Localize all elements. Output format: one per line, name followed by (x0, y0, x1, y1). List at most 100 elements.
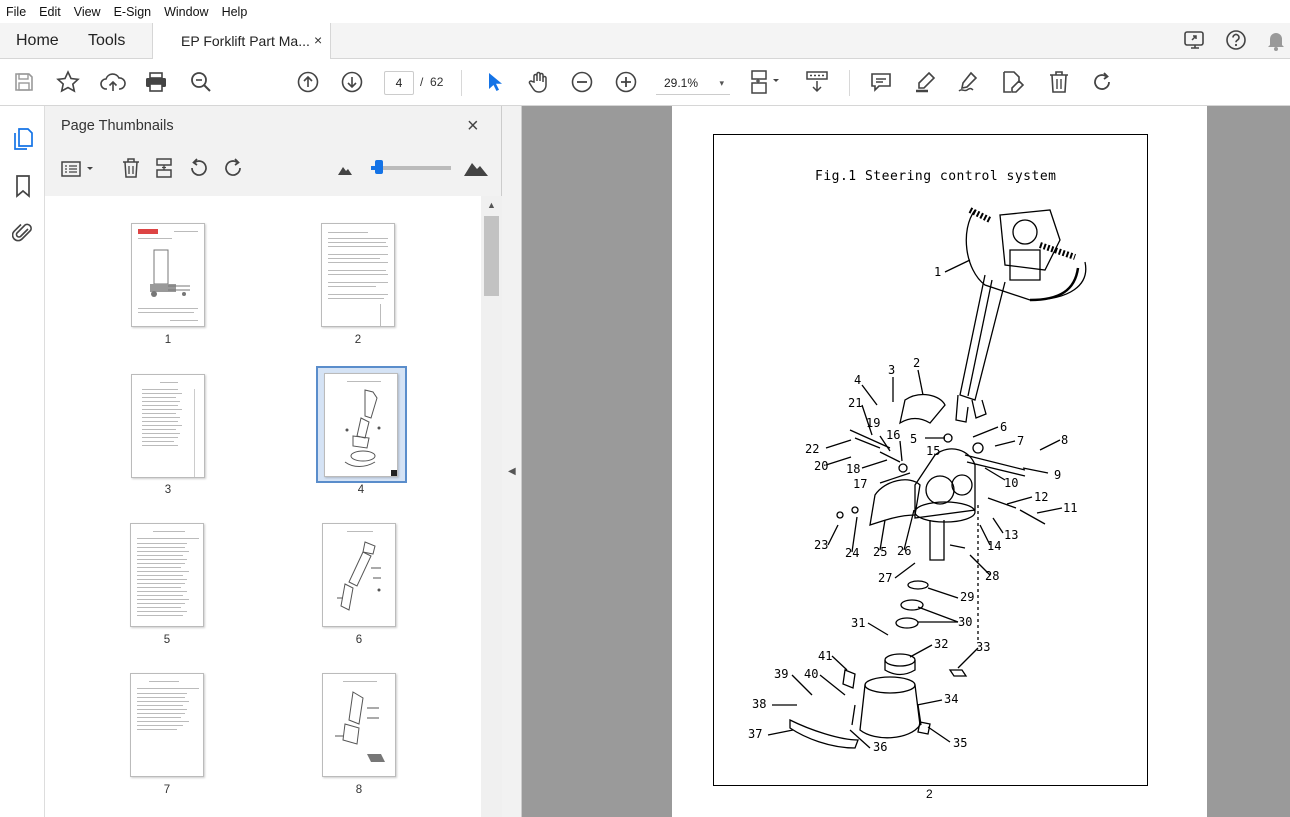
callout-4: 4 (854, 373, 862, 387)
hand-tool-icon[interactable] (527, 70, 551, 94)
callout-27: 27 (878, 571, 893, 585)
callout-2: 2 (913, 356, 921, 370)
save-icon[interactable] (13, 71, 35, 93)
thumbnail-size-slider[interactable] (371, 160, 451, 174)
scroll-mode-icon[interactable] (805, 69, 829, 95)
next-page-icon[interactable] (341, 71, 363, 93)
highlight-pen-icon[interactable] (913, 70, 937, 94)
bookmark-star-icon[interactable] (56, 70, 80, 94)
callout-28: 28 (985, 569, 1000, 583)
delete-icon[interactable] (1048, 70, 1070, 94)
callout-9: 9 (1054, 468, 1062, 482)
steering-diagram-thumbnail (344, 389, 381, 467)
delete-pages-icon[interactable] (121, 157, 141, 179)
close-tab-icon[interactable]: × (314, 32, 322, 48)
thumbnail-label-3: 3 (164, 484, 172, 496)
chevron-down-icon: ▾ (719, 78, 724, 88)
callout-5: 5 (910, 432, 918, 446)
callout-16: 16 (886, 428, 901, 442)
tab-document[interactable]: EP Forklift Part Ma... × (152, 23, 331, 60)
callout-21: 21 (848, 396, 863, 410)
edit-document-icon[interactable] (1000, 70, 1026, 94)
current-page-input[interactable]: 4 (384, 71, 414, 95)
help-icon[interactable] (1225, 29, 1247, 51)
callout-38: 38 (752, 697, 767, 711)
thumbnail-label-8: 8 (355, 784, 363, 796)
toolbar-divider (461, 70, 462, 96)
callout-22: 22 (805, 442, 820, 456)
thumbnail-page-1[interactable] (131, 223, 205, 327)
callout-41: 41 (818, 649, 833, 663)
thumbnail-label-5: 5 (163, 634, 171, 646)
callout-40: 40 (804, 667, 819, 681)
sign-pen-icon[interactable] (956, 70, 982, 94)
small-thumbnail-mountain-icon[interactable] (337, 164, 353, 176)
callout-24: 24 (845, 546, 860, 560)
find-zoom-icon[interactable] (189, 70, 213, 94)
bookmarks-icon[interactable] (14, 174, 32, 198)
print-icon[interactable] (144, 70, 168, 94)
share-screen-icon[interactable] (1183, 29, 1207, 51)
options-menu-icon[interactable] (61, 160, 97, 178)
thumbnail-page-8[interactable] (322, 673, 396, 777)
rotate-icon[interactable] (1091, 71, 1113, 93)
callout-37: 37 (748, 727, 763, 741)
notification-bell-icon[interactable] (1266, 29, 1286, 51)
page-display-icon[interactable] (749, 69, 785, 95)
callout-8: 8 (1061, 433, 1069, 447)
callout-18: 18 (846, 462, 861, 476)
attachments-paperclip-icon[interactable] (12, 220, 34, 244)
collapse-panel-handle[interactable]: ◀ (502, 106, 522, 817)
rotate-counterclockwise-icon[interactable] (188, 157, 210, 179)
callout-29: 29 (960, 590, 975, 604)
scrollbar-thumb[interactable] (484, 216, 499, 296)
thumbnail-page-4[interactable] (324, 373, 398, 477)
thumbnail-page-7[interactable] (130, 673, 204, 777)
scroll-up-icon[interactable]: ▲ (487, 200, 496, 210)
page-number: 2 (926, 787, 933, 801)
menu-view[interactable]: View (74, 5, 101, 19)
large-thumbnail-mountain-icon[interactable] (463, 159, 489, 177)
callout-6: 6 (1000, 420, 1008, 434)
thumbnail-page-2[interactable] (321, 223, 395, 327)
callout-34: 34 (944, 692, 959, 706)
zoom-out-icon[interactable] (571, 71, 593, 93)
drive-assembly-thumbnail (337, 541, 381, 611)
page-thumbnails-icon[interactable] (12, 127, 34, 151)
menu-esign[interactable]: E-Sign (114, 5, 152, 19)
thumbnail-page-3[interactable] (131, 374, 205, 478)
callout-17: 17 (853, 477, 868, 491)
menu-window[interactable]: Window (164, 5, 208, 19)
forklift-illustration (150, 249, 190, 297)
close-panel-icon[interactable]: × (467, 115, 479, 138)
rotate-clockwise-icon[interactable] (222, 157, 244, 179)
menu-help[interactable]: Help (222, 5, 248, 19)
select-cursor-icon[interactable] (486, 71, 504, 93)
brand-logo (138, 229, 158, 234)
thumbnail-page-6[interactable] (322, 523, 396, 627)
thumbnails-panel: Page Thumbnails × 1 2 3 4 5 6 7 8 ▲ (45, 106, 502, 817)
slider-handle[interactable] (375, 160, 383, 174)
callout-32: 32 (934, 637, 949, 651)
menu-file[interactable]: File (6, 5, 26, 19)
figure-title: Fig.1 Steering control system (815, 169, 1057, 184)
tab-home[interactable]: Home (16, 32, 59, 50)
callout-33: 33 (976, 640, 991, 654)
previous-page-icon[interactable] (297, 71, 319, 93)
thumbnail-label-4: 4 (357, 484, 365, 496)
comment-icon[interactable] (870, 71, 892, 93)
resize-handle[interactable] (391, 470, 397, 476)
callout-19: 19 (866, 416, 881, 430)
insert-pages-icon[interactable] (154, 157, 176, 179)
zoom-in-icon[interactable] (615, 71, 637, 93)
callout-15: 15 (926, 444, 941, 458)
thumbnail-page-5[interactable] (130, 523, 204, 627)
callout-20: 20 (814, 459, 829, 473)
menu-edit[interactable]: Edit (39, 5, 61, 19)
upload-cloud-icon[interactable] (100, 70, 126, 94)
tab-tools[interactable]: Tools (88, 32, 125, 50)
callout-11: 11 (1063, 501, 1078, 515)
thumbnail-scrollbar[interactable]: ▲ (481, 196, 502, 817)
callout-31: 31 (851, 616, 866, 630)
zoom-level-select[interactable]: 29.1% ▾ (656, 71, 730, 95)
